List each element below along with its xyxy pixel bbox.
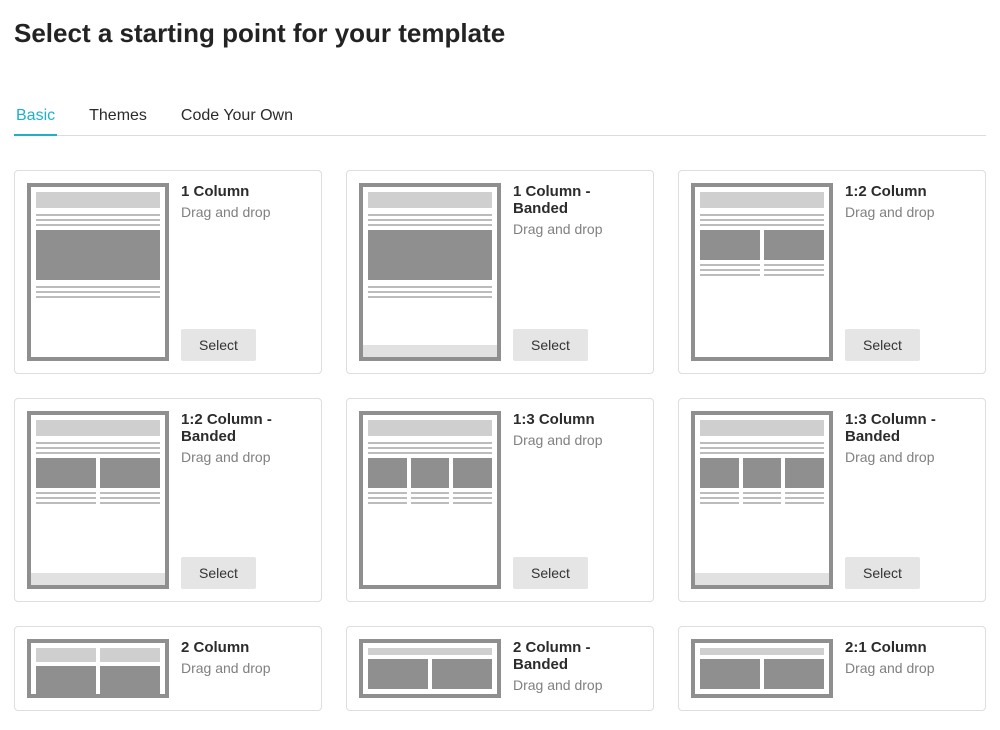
template-title: 1:3 Column <box>513 411 641 428</box>
template-card: 1:3 Column - Banded Drag and drop Select <box>678 398 986 602</box>
template-preview-icon <box>691 411 833 589</box>
select-button[interactable]: Select <box>845 329 920 361</box>
select-button[interactable]: Select <box>845 557 920 589</box>
template-preview-icon <box>691 183 833 361</box>
template-card: 1:2 Column - Banded Drag and drop Select <box>14 398 322 602</box>
template-card: 1 Column - Banded Drag and drop Select <box>346 170 654 374</box>
template-preview-icon <box>359 639 501 698</box>
template-card: 2 Column Drag and drop <box>14 626 322 711</box>
template-title: 1:2 Column - Banded <box>181 411 309 445</box>
template-title: 2:1 Column <box>845 639 973 656</box>
template-title: 1:3 Column - Banded <box>845 411 973 445</box>
template-card: 2:1 Column Drag and drop <box>678 626 986 711</box>
template-subtitle: Drag and drop <box>181 660 309 676</box>
select-button[interactable]: Select <box>513 557 588 589</box>
tabs: Basic Themes Code Your Own <box>14 99 986 136</box>
template-preview-icon <box>27 411 169 589</box>
template-subtitle: Drag and drop <box>845 449 973 465</box>
template-card: 1:2 Column Drag and drop Select <box>678 170 986 374</box>
template-preview-icon <box>27 183 169 361</box>
template-title: 1 Column <box>181 183 309 200</box>
template-preview-icon <box>359 183 501 361</box>
tab-code-your-own[interactable]: Code Your Own <box>179 99 295 135</box>
template-preview-icon <box>691 639 833 698</box>
tab-themes[interactable]: Themes <box>87 99 149 135</box>
template-grid: 1 Column Drag and drop Select 1 Column -… <box>14 170 986 711</box>
template-card: 1 Column Drag and drop Select <box>14 170 322 374</box>
template-title: 1:2 Column <box>845 183 973 200</box>
template-subtitle: Drag and drop <box>513 432 641 448</box>
page-title: Select a starting point for your templat… <box>14 18 986 49</box>
template-subtitle: Drag and drop <box>513 677 641 693</box>
template-subtitle: Drag and drop <box>845 660 973 676</box>
template-title: 1 Column - Banded <box>513 183 641 217</box>
template-title: 2 Column <box>181 639 309 656</box>
select-button[interactable]: Select <box>513 329 588 361</box>
select-button[interactable]: Select <box>181 557 256 589</box>
tab-basic[interactable]: Basic <box>14 99 57 135</box>
template-subtitle: Drag and drop <box>513 221 641 237</box>
template-subtitle: Drag and drop <box>845 204 973 220</box>
template-card: 1:3 Column Drag and drop Select <box>346 398 654 602</box>
template-card: 2 Column - Banded Drag and drop <box>346 626 654 711</box>
template-preview-icon <box>359 411 501 589</box>
template-subtitle: Drag and drop <box>181 449 309 465</box>
template-subtitle: Drag and drop <box>181 204 309 220</box>
template-title: 2 Column - Banded <box>513 639 641 673</box>
select-button[interactable]: Select <box>181 329 256 361</box>
template-preview-icon <box>27 639 169 698</box>
